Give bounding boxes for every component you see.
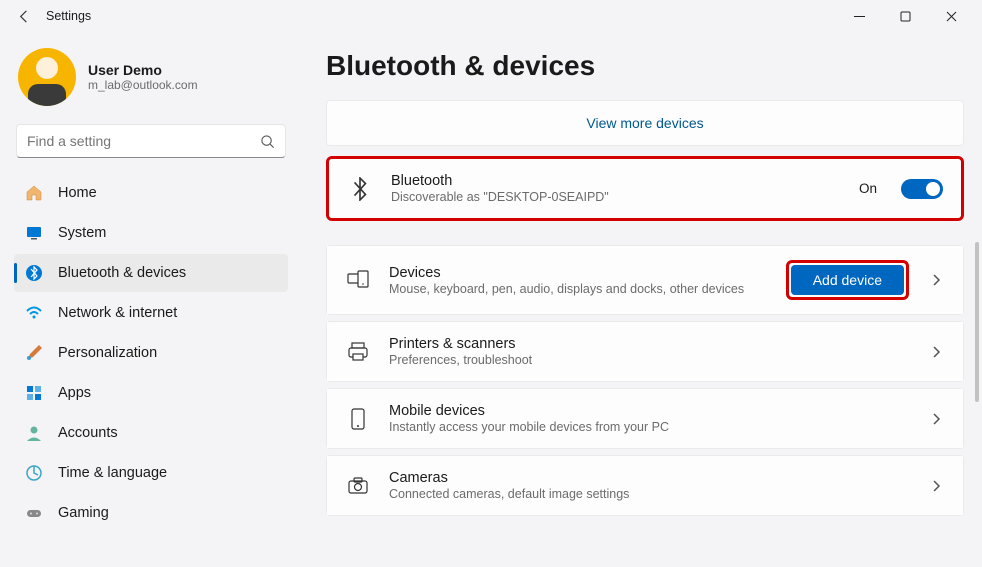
nav-label: Gaming	[58, 505, 109, 521]
nav-apps[interactable]: Apps	[14, 374, 288, 412]
bluetooth-subtitle: Discoverable as "DESKTOP-0SEAIPD"	[391, 190, 841, 204]
nav-label: Network & internet	[58, 305, 177, 321]
nav-time-language[interactable]: Time & language	[14, 454, 288, 492]
bluetooth-icon	[347, 177, 373, 201]
nav-personalization[interactable]: Personalization	[14, 334, 288, 372]
bluetooth-icon	[24, 263, 44, 283]
nav-label: Apps	[58, 385, 91, 401]
chevron-right-icon	[927, 345, 945, 359]
gamepad-icon	[24, 503, 44, 523]
camera-icon	[345, 477, 371, 495]
add-device-highlight: Add device	[786, 260, 909, 300]
nav-home[interactable]: Home	[14, 174, 288, 212]
mobile-devices-row[interactable]: Mobile devices Instantly access your mob…	[326, 388, 964, 449]
settings-window: Settings User Demo m_lab@outlook.com Hom…	[0, 0, 982, 567]
view-more-label: View more devices	[586, 115, 703, 131]
cameras-row[interactable]: Cameras Connected cameras, default image…	[326, 455, 964, 516]
bluetooth-card-highlight: Bluetooth Discoverable as "DESKTOP-0SEAI…	[326, 156, 964, 221]
search-icon	[260, 134, 275, 149]
brush-icon	[24, 343, 44, 363]
bluetooth-toggle-row[interactable]: Bluetooth Discoverable as "DESKTOP-0SEAI…	[329, 159, 961, 218]
home-icon	[24, 183, 44, 203]
cameras-subtitle: Connected cameras, default image setting…	[389, 487, 909, 501]
avatar	[18, 48, 76, 106]
nav-label: System	[58, 225, 106, 241]
bluetooth-title: Bluetooth	[391, 173, 841, 189]
devices-row[interactable]: Devices Mouse, keyboard, pen, audio, dis…	[326, 245, 964, 315]
user-profile[interactable]: User Demo m_lab@outlook.com	[14, 42, 288, 120]
toggle-state-label: On	[859, 181, 877, 196]
sidebar: User Demo m_lab@outlook.com Home System …	[0, 32, 300, 567]
globe-clock-icon	[24, 463, 44, 483]
back-button[interactable]	[8, 0, 40, 32]
main-content: Bluetooth & devices View more devices Bl…	[300, 32, 982, 567]
nav-bluetooth-devices[interactable]: Bluetooth & devices	[14, 254, 288, 292]
page-title: Bluetooth & devices	[326, 50, 964, 82]
user-email: m_lab@outlook.com	[88, 78, 198, 92]
titlebar: Settings	[0, 0, 982, 32]
chevron-right-icon	[927, 479, 945, 493]
printers-title: Printers & scanners	[389, 336, 909, 352]
cameras-title: Cameras	[389, 470, 909, 486]
search-input[interactable]	[27, 133, 260, 149]
person-icon	[24, 423, 44, 443]
chevron-right-icon	[927, 273, 945, 287]
apps-icon	[24, 383, 44, 403]
view-more-devices-link[interactable]: View more devices	[326, 100, 964, 146]
nav-label: Personalization	[58, 345, 157, 361]
search-box[interactable]	[16, 124, 286, 158]
printer-icon	[345, 342, 371, 362]
maximize-button[interactable]	[882, 0, 928, 32]
devices-icon	[345, 270, 371, 290]
window-title: Settings	[46, 9, 91, 23]
phone-icon	[345, 408, 371, 430]
printers-subtitle: Preferences, troubleshoot	[389, 353, 909, 367]
nav-label: Home	[58, 185, 97, 201]
system-icon	[24, 223, 44, 243]
close-button[interactable]	[928, 0, 974, 32]
user-name: User Demo	[88, 62, 198, 78]
minimize-button[interactable]	[836, 0, 882, 32]
nav-accounts[interactable]: Accounts	[14, 414, 288, 452]
devices-subtitle: Mouse, keyboard, pen, audio, displays an…	[389, 282, 768, 296]
devices-title: Devices	[389, 265, 768, 281]
nav-network[interactable]: Network & internet	[14, 294, 288, 332]
scrollbar[interactable]	[975, 242, 979, 402]
mobile-subtitle: Instantly access your mobile devices fro…	[389, 420, 909, 434]
nav-label: Accounts	[58, 425, 118, 441]
bluetooth-toggle[interactable]	[901, 179, 943, 199]
nav-label: Bluetooth & devices	[58, 265, 186, 281]
printers-row[interactable]: Printers & scanners Preferences, trouble…	[326, 321, 964, 382]
nav-system[interactable]: System	[14, 214, 288, 252]
nav-label: Time & language	[58, 465, 167, 481]
mobile-title: Mobile devices	[389, 403, 909, 419]
nav-gaming[interactable]: Gaming	[14, 494, 288, 532]
wifi-icon	[24, 303, 44, 323]
add-device-button[interactable]: Add device	[791, 265, 904, 295]
nav-list: Home System Bluetooth & devices Network …	[14, 174, 288, 532]
chevron-right-icon	[927, 412, 945, 426]
